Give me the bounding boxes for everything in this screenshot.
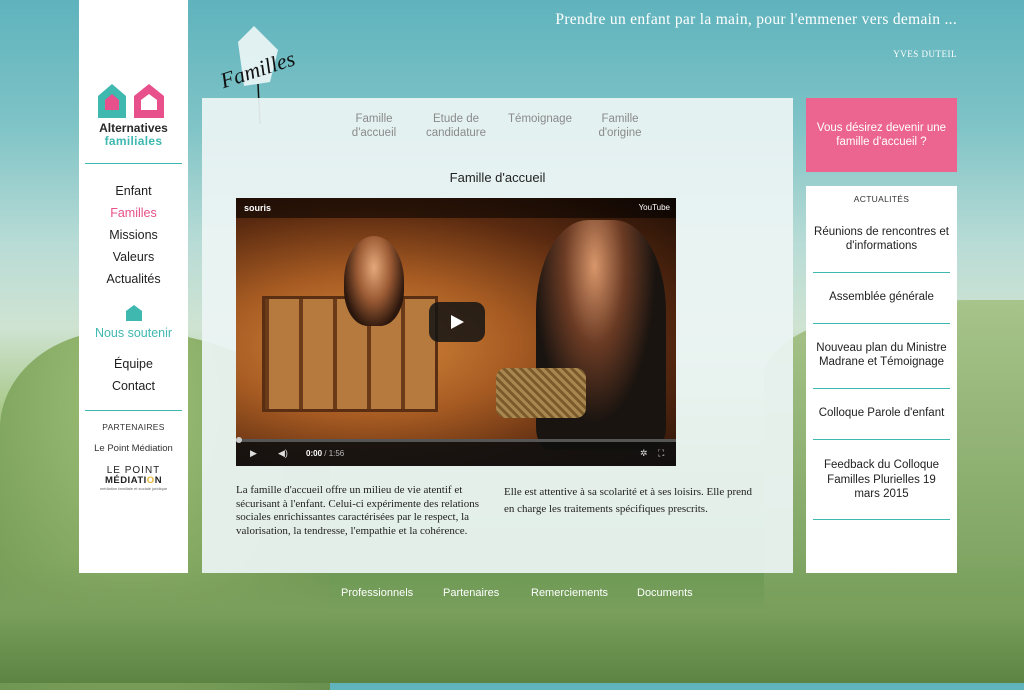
- tab-famille-origine[interactable]: Famille d'origine: [594, 112, 646, 140]
- sub-tabs: Famille d'accueil Etude de candidature Tém…: [202, 112, 793, 152]
- brand-line2: familiales: [104, 134, 163, 148]
- sidebar-divider: [85, 163, 182, 164]
- video-title[interactable]: souris: [244, 203, 271, 213]
- video-progress-bar[interactable]: [236, 437, 676, 443]
- nav-item-valeurs[interactable]: Valeurs: [79, 246, 188, 268]
- house-icon: [126, 305, 142, 321]
- tab-etude-candidature[interactable]: Etude de candidature: [424, 112, 488, 140]
- footer-link-documents[interactable]: Documents: [637, 587, 693, 599]
- nav-item-contact[interactable]: Contact: [79, 375, 188, 397]
- section-title: Famille d'accueil: [449, 170, 546, 185]
- partner-logo-line2: MÉDIATION: [104, 475, 163, 486]
- video-scene-basket: [496, 368, 586, 418]
- nav-item-enfant[interactable]: Enfant: [79, 180, 188, 202]
- play-button[interactable]: [429, 302, 485, 342]
- video-top-bar: souris YouTube: [236, 198, 676, 218]
- news-divider: [813, 439, 950, 440]
- intro-text: La famille d'accueil offre un milieu de …: [236, 484, 479, 537]
- fullscreen-icon[interactable]: ⛶: [658, 448, 664, 459]
- news-item[interactable]: Nouveau plan du Ministre Madrane et Témo…: [813, 332, 950, 378]
- main-nav: Enfant Familles Missions Valeurs Actuali…: [79, 180, 188, 290]
- news-divider: [813, 519, 950, 520]
- nav-item-nous-soutenir[interactable]: Nous soutenir: [79, 326, 188, 340]
- news-item[interactable]: Assemblée générale: [813, 280, 950, 314]
- youtube-logo[interactable]: YouTube: [639, 203, 670, 212]
- background-grass: [0, 563, 1024, 683]
- settings-icon[interactable]: ✲: [640, 448, 648, 459]
- nav-item-equipe[interactable]: Équipe: [79, 353, 188, 375]
- footer-link-professionnels[interactable]: Professionnels: [341, 587, 413, 599]
- house-logo-icon[interactable]: [96, 82, 171, 122]
- volume-icon[interactable]: ◀): [278, 448, 288, 459]
- brand-name[interactable]: Alternatives familiales: [79, 122, 188, 148]
- video-scene-person: [344, 236, 404, 326]
- partners-title: PARTENAIRES: [102, 422, 165, 432]
- footer-link-partenaires[interactable]: Partenaires: [443, 587, 499, 599]
- news-item[interactable]: Réunions de rencontres et d'informations: [813, 216, 950, 262]
- partner-link[interactable]: Le Point Médiation: [79, 443, 188, 454]
- tab-temoignage[interactable]: Témoignage: [506, 112, 574, 126]
- nav-item-actualites[interactable]: Actualités: [79, 268, 188, 290]
- news-divider: [813, 323, 950, 324]
- become-family-button[interactable]: Vous désirez devenir une famille d'accue…: [806, 98, 957, 172]
- nav-item-missions[interactable]: Missions: [79, 224, 188, 246]
- tab-famille-accueil[interactable]: Famille d'accueil: [346, 112, 402, 140]
- header-quote: Prendre un enfant par la main, pour l'em…: [555, 11, 957, 28]
- progress-handle[interactable]: [236, 437, 242, 443]
- news-divider: [813, 272, 950, 273]
- news-item[interactable]: Colloque Parole d'enfant: [813, 396, 950, 430]
- news-panel: ACTUALITÉS Réunions de rencontres et d'i…: [806, 186, 957, 573]
- news-title: ACTUALITÉS: [853, 194, 910, 204]
- partner-logo-tagline: médiation familiale et sociale juridique: [99, 486, 168, 491]
- cta-label: Vous désirez devenir une famille d'accue…: [816, 121, 947, 149]
- play-icon[interactable]: ▶: [250, 448, 257, 459]
- footer-nav: Professionnels Partenaires Remerciements…: [0, 587, 1024, 601]
- video-time: 0:00 / 1:56: [306, 449, 345, 458]
- sidebar-divider: [85, 410, 182, 411]
- detail-text: Elle est attentive à sa scolarité et à s…: [504, 486, 753, 515]
- secondary-nav: Équipe Contact: [79, 353, 188, 397]
- main-panel: Famille d'accueil Etude de candidature Tém…: [202, 98, 793, 573]
- video-controls: ▶ ◀) 0:00 / 1:56 ✲ ⛶: [236, 437, 676, 466]
- footer-link-remerciements[interactable]: Remerciements: [531, 587, 608, 599]
- news-divider: [813, 388, 950, 389]
- news-item[interactable]: Feedback du Colloque Familles Plurielles…: [813, 450, 950, 510]
- nav-item-familles[interactable]: Familles: [79, 202, 188, 224]
- sidebar: Alternatives familiales Enfant Familles …: [79, 0, 188, 573]
- partner-logo[interactable]: LE POINT MÉDIATION médiation familiale e…: [79, 466, 188, 492]
- video-player[interactable]: souris YouTube ▶ ◀) 0:00 / 1:56 ✲ ⛶: [236, 198, 676, 466]
- quote-author: YVES DUTEIL: [893, 49, 957, 59]
